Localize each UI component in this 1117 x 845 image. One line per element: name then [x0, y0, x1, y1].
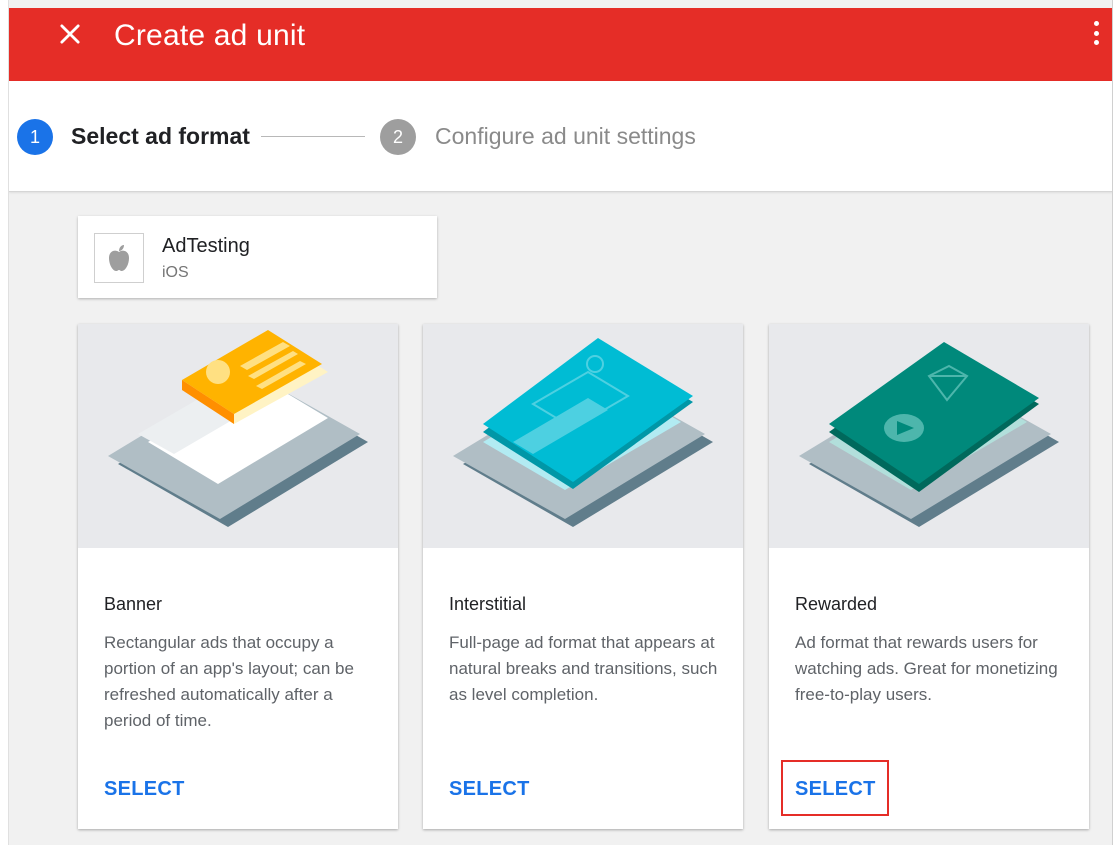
banner-illustration — [78, 324, 398, 548]
apple-icon — [94, 233, 144, 283]
select-interstitial-button[interactable]: SELECT — [449, 776, 530, 802]
format-title: Interstitial — [449, 594, 527, 614]
format-description: Ad format that rewards users for watchin… — [795, 633, 1058, 704]
stepper: 1 Select ad format 2 Configure ad unit s… — [9, 81, 1112, 192]
step-1-label: Select ad format — [71, 123, 250, 149]
step-connector — [261, 136, 365, 137]
select-banner-button[interactable]: SELECT — [104, 776, 185, 802]
format-description: Rectangular ads that occupy a portion of… — [104, 633, 354, 730]
format-description: Full-page ad format that appears at natu… — [449, 633, 718, 704]
select-rewarded-button[interactable]: SELECT — [795, 776, 876, 802]
app-name: AdTesting — [162, 235, 250, 257]
format-title: Rewarded — [795, 594, 878, 614]
close-icon[interactable] — [56, 20, 84, 48]
page-title: Create ad unit — [114, 19, 306, 52]
app-platform: iOS — [162, 264, 189, 281]
rewarded-illustration — [769, 324, 1089, 548]
interstitial-illustration — [423, 324, 743, 548]
format-card-banner: Banner Rectangular ads that occupy a por… — [78, 324, 398, 829]
format-card-interstitial: Interstitial Full-page ad format that ap… — [423, 324, 743, 829]
create-ad-unit-dialog: Create ad unit 1 Select ad format 2 Conf… — [8, 0, 1113, 845]
selected-app-card[interactable]: AdTesting iOS — [78, 216, 437, 298]
more-vert-icon[interactable] — [1089, 18, 1103, 48]
format-card-rewarded: Rewarded Ad format that rewards users fo… — [769, 324, 1089, 829]
step-1-badge: 1 — [17, 119, 53, 155]
step-2-badge: 2 — [380, 119, 416, 155]
step-2-label: Configure ad unit settings — [435, 123, 696, 149]
format-title: Banner — [104, 594, 163, 614]
app-bar: Create ad unit — [9, 8, 1112, 81]
